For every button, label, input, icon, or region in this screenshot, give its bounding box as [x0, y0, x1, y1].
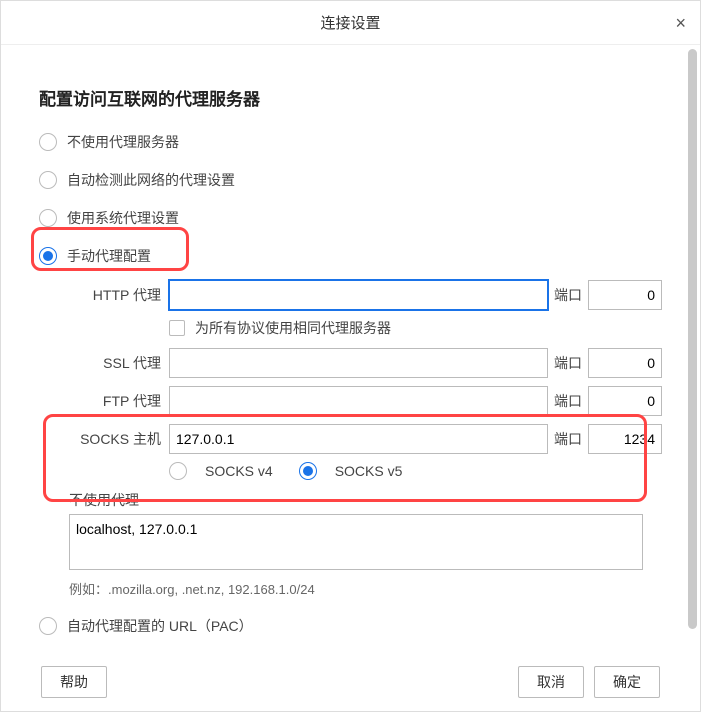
close-icon[interactable]: × — [675, 13, 686, 34]
ok-button[interactable]: 确定 — [594, 666, 660, 698]
port-label: 端口 — [548, 353, 588, 373]
radio-icon — [39, 617, 57, 635]
ssl-proxy-row: SSL 代理 端口 — [39, 348, 662, 378]
no-proxy-example: 例如：.mozilla.org, .net.nz, 192.168.1.0/24 — [69, 579, 662, 598]
option-auto-detect[interactable]: 自动检测此网络的代理设置 — [39, 162, 662, 198]
no-proxy-textarea[interactable] — [69, 514, 643, 570]
checkbox-icon — [169, 320, 185, 336]
http-proxy-row: HTTP 代理 端口 — [39, 280, 662, 310]
option-system-proxy[interactable]: 使用系统代理设置 — [39, 200, 662, 236]
socks-proxy-row: SOCKS 主机 端口 — [39, 424, 662, 454]
ssl-proxy-input[interactable] — [169, 348, 548, 378]
button-row: 帮助 取消 确定 — [39, 666, 662, 698]
ssl-proxy-label: SSL 代理 — [39, 353, 169, 373]
option-label: 自动代理配置的 URL（PAC） — [67, 616, 253, 636]
no-proxy-section: 不使用代理 例如：.mozilla.org, .net.nz, 192.168.… — [69, 490, 662, 598]
help-button[interactable]: 帮助 — [41, 666, 107, 698]
content-area: 配置访问互联网的代理服务器 不使用代理服务器 自动检测此网络的代理设置 使用系统… — [1, 45, 700, 718]
no-proxy-label: 不使用代理 — [69, 490, 662, 510]
cancel-button[interactable]: 取消 — [518, 666, 584, 698]
ftp-proxy-row: FTP 代理 端口 — [39, 386, 662, 416]
http-proxy-label: HTTP 代理 — [39, 285, 169, 305]
port-label: 端口 — [548, 429, 588, 449]
connection-settings-dialog: 连接设置 × 配置访问互联网的代理服务器 不使用代理服务器 自动检测此网络的代理… — [0, 0, 701, 712]
option-label: 自动检测此网络的代理设置 — [67, 170, 235, 190]
socks-host-label: SOCKS 主机 — [39, 429, 169, 449]
socks-port-input[interactable] — [588, 424, 662, 454]
radio-icon[interactable] — [299, 462, 317, 480]
radio-icon[interactable] — [169, 462, 187, 480]
socks-v4-label[interactable]: SOCKS v4 — [205, 463, 273, 479]
socks-host-input[interactable] — [169, 424, 548, 454]
section-heading: 配置访问互联网的代理服务器 — [39, 85, 662, 110]
option-manual-proxy[interactable]: 手动代理配置 — [39, 238, 662, 274]
socks-v5-label[interactable]: SOCKS v5 — [335, 463, 403, 479]
option-label: 不使用代理服务器 — [67, 132, 179, 152]
titlebar: 连接设置 × — [1, 1, 700, 45]
ssl-port-input[interactable] — [588, 348, 662, 378]
http-proxy-input[interactable] — [169, 280, 548, 310]
same-for-all-row[interactable]: 为所有协议使用相同代理服务器 — [169, 318, 662, 338]
port-label: 端口 — [548, 285, 588, 305]
socks-version-row: SOCKS v4 SOCKS v5 — [169, 462, 662, 480]
port-label: 端口 — [548, 391, 588, 411]
radio-icon — [39, 133, 57, 151]
option-pac[interactable]: 自动代理配置的 URL（PAC） — [39, 608, 662, 644]
ftp-proxy-input[interactable] — [169, 386, 548, 416]
radio-icon — [39, 209, 57, 227]
radio-icon — [39, 247, 57, 265]
ftp-port-input[interactable] — [588, 386, 662, 416]
option-label: 使用系统代理设置 — [67, 208, 179, 228]
option-label: 手动代理配置 — [67, 246, 151, 266]
dialog-title: 连接设置 — [320, 12, 380, 33]
ftp-proxy-label: FTP 代理 — [39, 391, 169, 411]
checkbox-label: 为所有协议使用相同代理服务器 — [195, 318, 391, 338]
http-port-input[interactable] — [588, 280, 662, 310]
option-no-proxy[interactable]: 不使用代理服务器 — [39, 124, 662, 160]
radio-icon — [39, 171, 57, 189]
manual-proxy-section: HTTP 代理 端口 为所有协议使用相同代理服务器 SSL 代理 端口 FTP … — [39, 280, 662, 598]
